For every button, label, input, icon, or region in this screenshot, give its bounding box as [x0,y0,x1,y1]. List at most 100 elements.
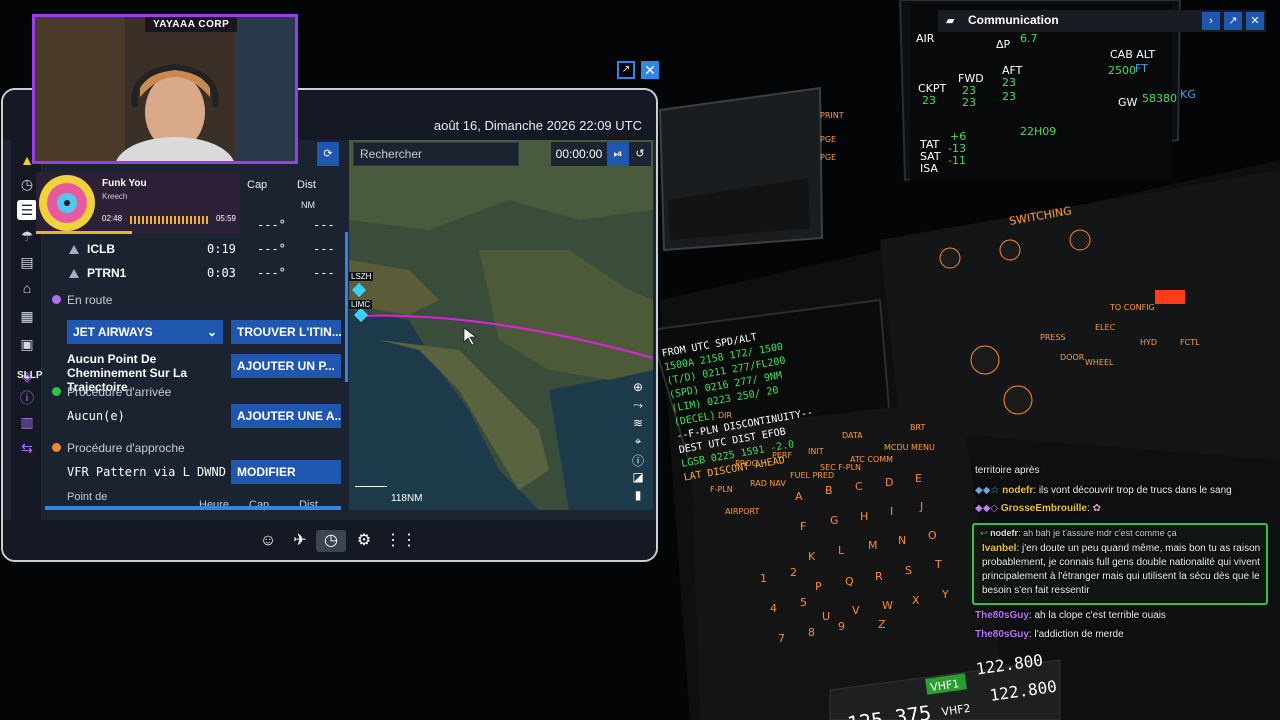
airway-select[interactable]: JET AIRWAYS ⌄ [67,320,223,344]
info-map-icon[interactable]: ⓘ [629,452,647,470]
reply-icon: ↩ [980,528,988,538]
waypoint-row[interactable]: PTRN1 0:03 ---° --- [65,266,383,288]
add-arrival-button[interactable]: AJOUTER UNE A... [231,404,341,428]
svg-text:2: 2 [790,566,797,579]
add-waypoint-button[interactable]: AJOUTER UN P... [231,354,341,378]
find-route-button[interactable]: TROUVER L'ITIN... [231,320,341,344]
limc-label: LIMC [349,300,373,309]
clock-icon[interactable]: ◷ [17,174,37,194]
webcam-feed [35,17,295,161]
ecam-air-label: AIR [916,32,935,45]
webcam-overlay: YAYAAA CORP [32,14,298,164]
en-route-label: En route [67,293,113,307]
svg-text:PRESS: PRESS [1040,333,1066,342]
svg-text:L: L [838,544,845,557]
chevron-down-icon: ⌄ [206,325,217,339]
waypoint-row[interactable]: ICLB 0:19 ---° --- [65,242,383,264]
svg-text:KG: KG [1180,88,1196,101]
pin-icon[interactable]: ⌖ [629,434,647,452]
popout-icon[interactable]: ↗ [617,61,635,79]
music-current-time: 02:48 [102,214,123,223]
waypoint-ident: PTRN1 [87,266,127,280]
clock-tab-icon[interactable]: ◷ [316,530,346,552]
collapse-icon[interactable]: › [1202,12,1220,30]
resize-icon[interactable]: ◪ [629,470,647,488]
gear-icon[interactable]: ⚙ [353,530,375,552]
badge-icon: ◆◆◇ [975,503,999,514]
close-icon[interactable]: ✕ [1246,12,1264,30]
footer-point-label: Point de [67,491,108,503]
svg-text:FUEL PRED: FUEL PRED [790,471,834,480]
svg-text:Z: Z [878,618,886,631]
tablet-datetime: août 16, Dimanche 2026 22:09 UTC [433,118,642,133]
reset-icon[interactable]: ↺ [629,142,651,166]
scrollbar-vertical[interactable] [345,232,348,382]
audio-waveform [130,216,208,224]
svg-text:RAD NAV: RAD NAV [750,479,786,488]
communication-panel: ▰ Communication › ↗ ✕ [938,10,1266,32]
svg-text:H: H [860,510,868,523]
pilot-icon[interactable]: ☺ [257,530,279,552]
svg-text:2500: 2500 [1108,64,1136,77]
tablet-icon[interactable]: ▮ [629,488,647,506]
svg-text:23: 23 [922,94,936,107]
airplane-icon[interactable]: ✈ [289,530,311,552]
svg-text:INIT: INIT [808,447,824,456]
layers-icon[interactable]: ≋ [629,416,647,434]
chat-message: ◆◆◇ GrosseEmbrouille: ✿ [975,503,1101,514]
info-icon[interactable]: ⓘ [17,388,37,408]
scrollbar-horizontal[interactable] [45,506,341,510]
approach-dot [52,443,61,452]
map-icon[interactable]: ▥ [17,412,37,432]
route-icon[interactable]: ⇆ [17,438,37,458]
waypoint-icon [69,269,79,278]
svg-text:23: 23 [1002,76,1016,89]
clipboard-icon[interactable]: ▣ [17,334,37,354]
music-total-time: 05:59 [215,214,236,223]
svg-text:8: 8 [808,626,815,639]
waypoint-ident: ICLB [87,242,115,256]
search-input[interactable]: Rechercher [353,142,519,166]
refresh-icon[interactable]: ⟳ [317,142,339,166]
scale-label: 118NM [391,493,423,504]
center-icon[interactable]: ⊕ [629,380,647,398]
route-edit-icon[interactable]: ⤳ [629,398,647,416]
svg-text:4: 4 [770,602,777,615]
music-artist: Kreech [102,192,128,201]
apps-grid-icon[interactable]: ⋮⋮ [385,530,417,552]
chat-username: GrosseEmbrouille [1000,503,1087,514]
svg-text:23: 23 [1002,90,1016,103]
webcam-title: YAYAAA CORP [145,17,238,32]
checklist-icon[interactable]: ▤ [17,252,37,272]
svg-text:E: E [915,472,922,485]
popout-icon[interactable]: ↗ [1224,12,1242,30]
svg-text:A: A [795,490,803,503]
bag-icon[interactable]: ⌂ [17,278,37,298]
sliders-icon[interactable]: ☰ [17,200,37,220]
svg-text:N: N [898,534,906,547]
chat-message: Ivanbel: j'en doute un peu quand même, m… [982,543,1261,596]
svg-text:Y: Y [941,588,949,601]
chat-icon: ▰ [946,15,955,27]
column-dist: Dist [297,179,316,191]
svg-text:X: X [912,594,920,607]
svg-text:5: 5 [800,596,807,609]
svg-text:U: U [822,610,830,623]
music-player: Funk You Kreech 02:48 05:59 [36,172,240,234]
map-view[interactable] [349,140,653,510]
svg-text:M: M [868,539,878,552]
chat-username: nodefr [1002,485,1034,496]
arrival-dot [52,387,61,396]
svg-text:FCTL: FCTL [1180,338,1200,347]
svg-text:SEC F-PLN: SEC F-PLN [820,463,861,472]
close-icon[interactable]: ✕ [641,61,659,79]
svg-text:I: I [890,505,893,518]
svg-text:R: R [875,570,883,583]
modify-approach-button[interactable]: MODIFIER [231,460,341,484]
badge-icon: ◆◆☆ [975,485,1000,496]
svg-text:6.7: 6.7 [1020,32,1038,45]
music-progress-bar[interactable] [36,231,132,234]
document-icon[interactable]: ▦ [17,306,37,326]
lszh-label: LSZH [349,272,374,281]
play-pause-icon[interactable]: ⏯ [607,142,629,166]
